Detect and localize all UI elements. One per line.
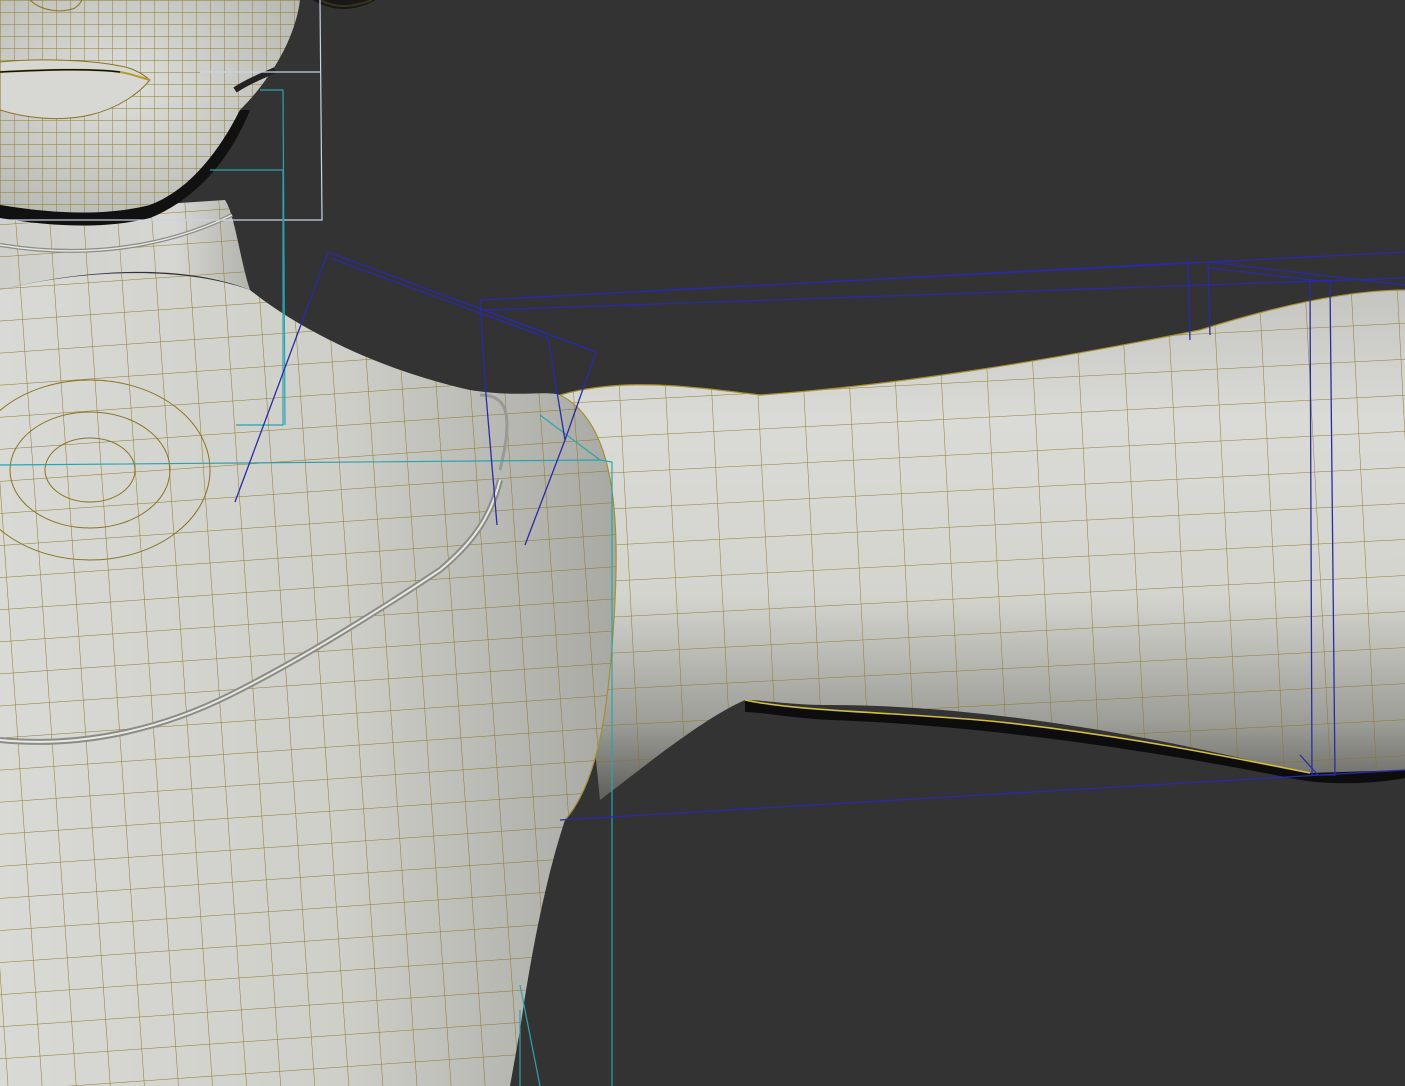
3d-viewport[interactable]: [0, 0, 1405, 1086]
torso-mesh[interactable]: [0, 273, 617, 1086]
viewport-scene[interactable]: [0, 0, 1405, 1086]
